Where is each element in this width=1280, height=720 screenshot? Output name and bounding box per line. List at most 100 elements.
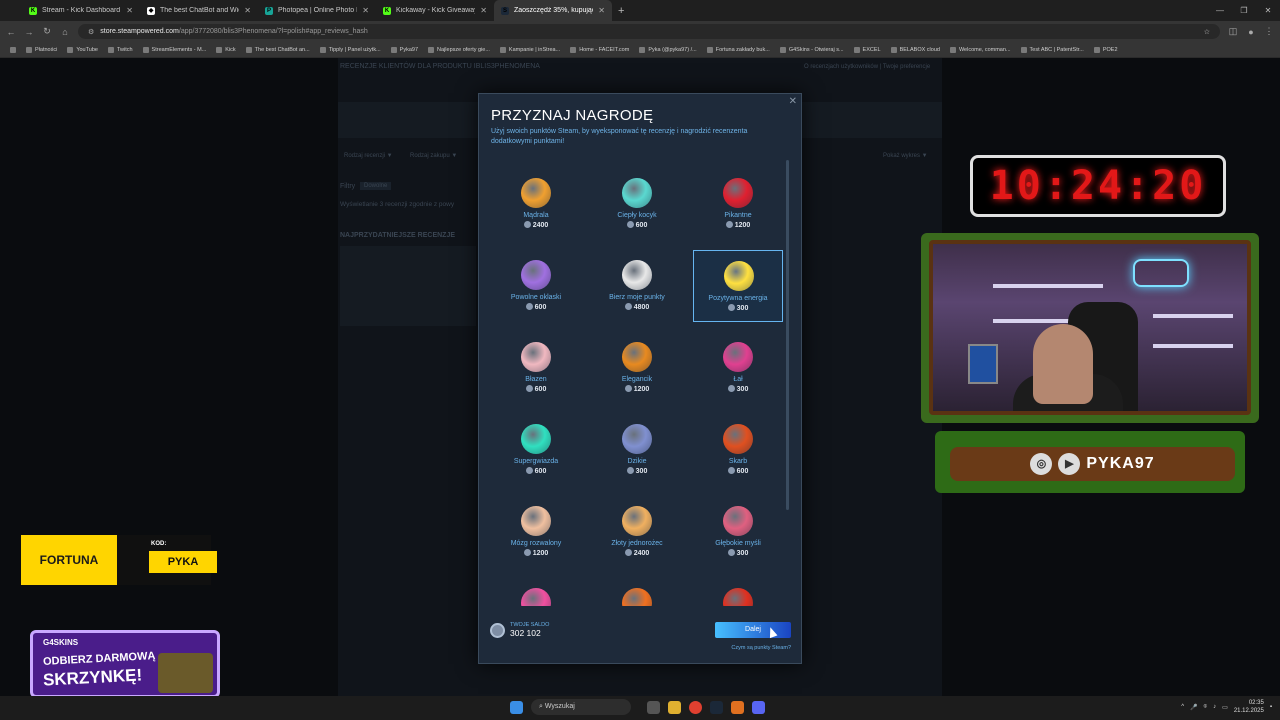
award-option[interactable]: Pozytywna energia 300 xyxy=(693,250,783,322)
url-field[interactable]: ⚙ store.steampowered.com/app/3772080/bli… xyxy=(78,24,1220,39)
award-scrollbar[interactable] xyxy=(786,160,789,510)
tab-close-icon[interactable]: ✕ xyxy=(244,6,251,15)
taskbar-search[interactable]: ⌕ Wyszukaj xyxy=(531,699,631,715)
tab-close-icon[interactable]: ✕ xyxy=(126,6,133,15)
award-option[interactable]: Dzikie 300 xyxy=(592,414,682,486)
neon-bull-sign xyxy=(1133,259,1189,287)
volume-icon[interactable]: ♪ xyxy=(1213,704,1216,710)
clock-date[interactable]: 02:35 21.12.2025 xyxy=(1234,699,1264,715)
close-icon[interactable]: ✕ xyxy=(789,96,797,107)
what-are-points-link[interactable]: Czym są punkty Steam? xyxy=(715,645,791,651)
bookmark-item[interactable]: The best ChatBot an... xyxy=(245,46,310,53)
extensions-icon[interactable]: ◫ xyxy=(1228,26,1238,37)
minimize-button[interactable]: — xyxy=(1208,0,1232,21)
steam-icon[interactable] xyxy=(710,700,723,714)
award-option[interactable]: Supergwiazda 600 xyxy=(491,414,581,486)
award-option[interactable] xyxy=(693,578,783,606)
discord-icon[interactable] xyxy=(752,700,765,714)
app-icon[interactable] xyxy=(731,700,744,714)
menu-icon[interactable]: ⋮ xyxy=(1264,26,1274,37)
apps-grid-icon[interactable] xyxy=(10,46,16,53)
award-option[interactable]: Łał 300 xyxy=(693,332,783,404)
tab-actions-icon[interactable] xyxy=(0,0,22,21)
bookmark-item[interactable]: Test ABC | PatentStr... xyxy=(1020,46,1084,53)
award-option[interactable]: Skarb 600 xyxy=(693,414,783,486)
award-option[interactable]: Złoty jednorożec 2400 xyxy=(592,496,682,568)
award-cost: 300 xyxy=(592,467,682,475)
award-name: Skarb xyxy=(728,458,748,465)
back-icon[interactable]: ← xyxy=(6,27,16,37)
tab-close-icon[interactable]: ✕ xyxy=(598,6,605,15)
bookmark-item[interactable]: POE2 xyxy=(1093,46,1118,53)
maximize-button[interactable]: ❐ xyxy=(1232,0,1256,21)
profile-icon[interactable]: ● xyxy=(1246,27,1256,37)
filter-chip[interactable]: Dowolne xyxy=(360,182,392,190)
bookmark-item[interactable]: Fortuna zakłady buk... xyxy=(706,46,770,53)
review-type-filter[interactable]: Rodzaj recenzji ▼ xyxy=(344,153,393,159)
award-option[interactable]: Mądrala 2400 xyxy=(491,168,581,240)
bookmark-item[interactable]: BELABOX cloud xyxy=(890,46,940,53)
file-explorer-icon[interactable] xyxy=(668,700,681,714)
next-button[interactable]: Dalej xyxy=(715,622,791,638)
reviews-links[interactable]: O recenzjach użytkowników | Twoje prefer… xyxy=(804,64,930,70)
browser-tab[interactable]: K Kickaway - Kick Giveaway Tool ✕ xyxy=(376,0,494,21)
browser-tab[interactable]: K Stream - Kick Dashboard ✕ xyxy=(22,0,140,21)
award-option[interactable]: Powolne oklaski 600 xyxy=(491,250,581,322)
award-name: Błazen xyxy=(525,376,547,383)
bookmark-item[interactable]: Kick xyxy=(216,46,236,53)
mic-icon[interactable]: 🎤 xyxy=(1190,704,1197,711)
chrome-icon[interactable] xyxy=(689,700,702,714)
bookmark-label: YouTube xyxy=(76,46,98,53)
show-graph-filter[interactable]: Pokaż wykres ▼ xyxy=(883,153,928,159)
forward-icon[interactable]: → xyxy=(24,27,34,37)
bookmark-item[interactable]: Najlepsze oferty gie... xyxy=(428,46,490,53)
browser-tab[interactable]: S Zaoszczędź 35%, kupując ibis ✕ xyxy=(494,0,612,21)
award-option[interactable] xyxy=(592,578,682,606)
reviews-heading: RECENZJE KLIENTÓW DLA PRODUKTU IBLIS3PHE… xyxy=(340,63,540,70)
notifications-icon[interactable]: ▪ xyxy=(1270,704,1272,710)
new-tab-button[interactable]: + xyxy=(612,5,630,17)
browser-tab[interactable]: P Photopea | Online Photo Editor ✕ xyxy=(258,0,376,21)
home-icon[interactable]: ⌂ xyxy=(60,27,70,37)
award-option[interactable]: Błazen 600 xyxy=(491,332,581,404)
task-view-icon[interactable] xyxy=(647,700,660,714)
bookmark-item[interactable]: Pyka97 xyxy=(390,46,418,53)
award-option[interactable]: Elegancik 1200 xyxy=(592,332,682,404)
bookmark-item[interactable]: Kampanie | inStrea... xyxy=(499,46,560,53)
bookmark-star-icon[interactable]: ☆ xyxy=(1204,28,1210,36)
network-icon[interactable]: ⌾ xyxy=(1204,704,1208,711)
bookmark-item[interactable]: Płatności xyxy=(26,46,57,53)
award-option[interactable]: Bierz moje punkty 4800 xyxy=(592,250,682,322)
bookmark-item[interactable]: StreamElements - M... xyxy=(142,46,206,53)
award-option[interactable]: Mózg rozwalony 1200 xyxy=(491,496,581,568)
bookmark-item[interactable]: EXCEL xyxy=(853,46,881,53)
tab-close-icon[interactable]: ✕ xyxy=(362,6,369,15)
reload-icon[interactable]: ↻ xyxy=(42,26,52,37)
tray-chevron-icon[interactable]: ^ xyxy=(1181,704,1184,710)
award-option[interactable]: Głębokie myśli 300 xyxy=(693,496,783,568)
windows-start-icon[interactable] xyxy=(510,700,523,714)
bookmark-item[interactable]: Home - FACEIT.com xyxy=(570,46,629,53)
close-window-button[interactable]: ✕ xyxy=(1256,0,1280,21)
steam-points-icon xyxy=(490,622,505,638)
award-cost: 300 xyxy=(693,549,783,557)
award-option[interactable] xyxy=(491,578,581,606)
points-coin-icon xyxy=(624,549,632,556)
bookmark-item[interactable]: G4Skins - Otwieraj s... xyxy=(779,46,844,53)
bookmark-label: Pyka (@pyka97) /... xyxy=(648,46,697,53)
award-cost: 2400 xyxy=(491,221,581,229)
bookmark-item[interactable]: Welcome, comman... xyxy=(949,46,1011,53)
bookmark-item[interactable]: Pyka (@pyka97) /... xyxy=(639,46,697,53)
browser-tab[interactable]: ◆ The best ChatBot and Widget ✕ xyxy=(140,0,258,21)
tab-close-icon[interactable]: ✕ xyxy=(480,6,487,15)
award-option[interactable]: Pikantne 1200 xyxy=(693,168,783,240)
bookmark-item[interactable]: Tipply | Panel użytk... xyxy=(319,46,381,53)
purchase-type-filter[interactable]: Rodzaj zakupu ▼ xyxy=(410,153,457,159)
bookmark-item[interactable]: Twitch xyxy=(107,46,133,53)
g4skins-line2: SKRZYNKĘ! xyxy=(42,665,143,690)
award-option[interactable]: Ciepły kocyk 600 xyxy=(592,168,682,240)
battery-icon[interactable]: ▭ xyxy=(1222,704,1228,711)
screen: K Stream - Kick Dashboard ✕ ◆ The best ChatB… xyxy=(0,0,1280,720)
site-info-icon[interactable]: ⚙ xyxy=(88,28,94,36)
bookmark-item[interactable]: YouTube xyxy=(67,46,98,53)
